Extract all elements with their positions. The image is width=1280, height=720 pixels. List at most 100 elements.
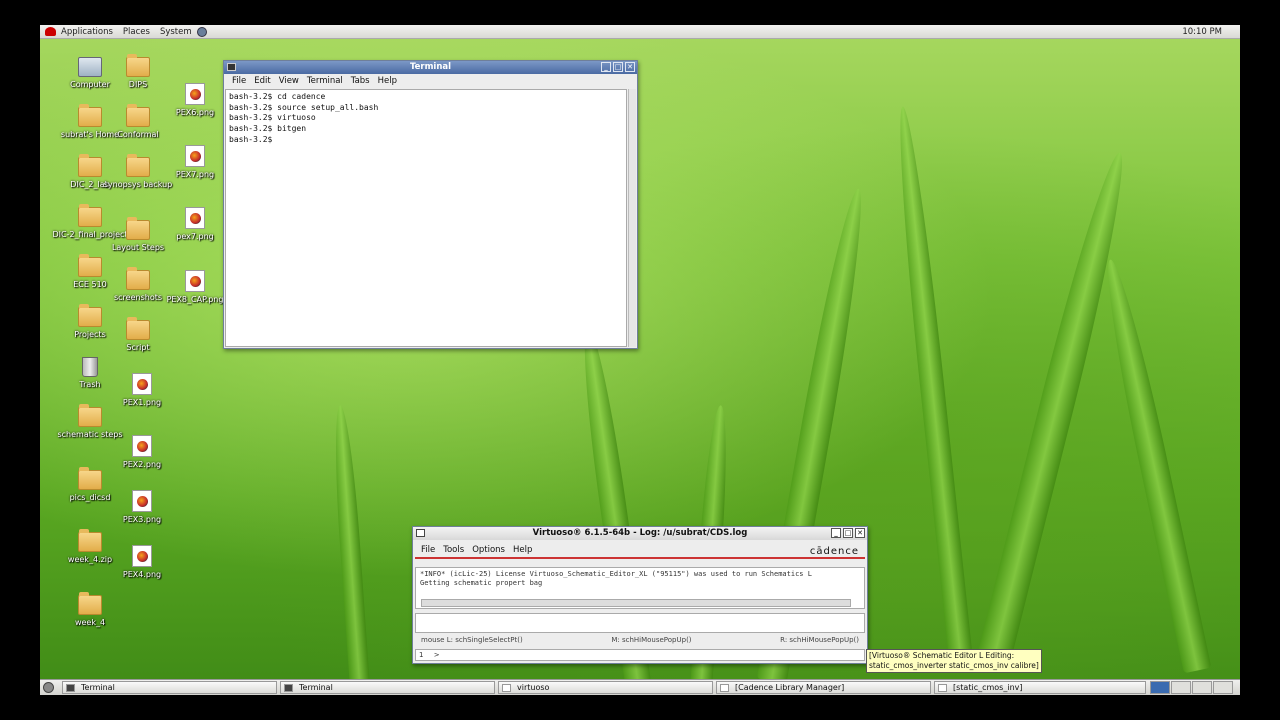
desktop-icon-label: PEX4.png xyxy=(122,570,162,579)
menu-tabs[interactable]: Tabs xyxy=(347,76,374,86)
folder-icon xyxy=(126,57,150,77)
divider xyxy=(415,557,865,559)
desktop-icon[interactable]: PEX2.png xyxy=(97,435,187,469)
workspace-4[interactable] xyxy=(1213,681,1233,694)
desktop-icon-label: Conformal xyxy=(117,130,159,139)
terminal-output[interactable]: bash-3.2$ cd cadence bash-3.2$ source set… xyxy=(225,89,627,347)
redhat-logo-icon[interactable] xyxy=(45,27,56,36)
grass-decoration xyxy=(977,148,1137,662)
folder-icon xyxy=(78,595,102,615)
desktop-icon[interactable]: synopsys backup xyxy=(93,157,183,189)
mouse-left-binding: mouse L: schSingleSelectPt() xyxy=(421,636,523,644)
mouse-bindings: mouse L: schSingleSelectPt() M: schHiMou… xyxy=(415,636,865,646)
folder-icon xyxy=(126,320,150,340)
desktop-icon[interactable]: PEX1.png xyxy=(97,373,187,407)
menu-terminal[interactable]: Terminal xyxy=(303,76,347,86)
taskbar-tooltip: [Virtuoso® Schematic Editor L Editing: s… xyxy=(866,649,1042,673)
desktop-icon[interactable]: Layout Steps xyxy=(93,220,183,252)
desktop-icon-label: PEX3.png xyxy=(122,515,162,524)
menu-places[interactable]: Places xyxy=(118,27,155,37)
log-line: Getting schematic propert bag xyxy=(420,579,543,587)
image-file-icon xyxy=(185,270,205,292)
image-file-icon xyxy=(132,545,152,567)
virtuoso-title: Virtuoso® 6.1.5-64b - Log: /u/subrat/CDS… xyxy=(532,528,748,538)
desktop-icon[interactable]: PEX4.png xyxy=(97,545,187,579)
taskbar-label: Terminal xyxy=(299,683,333,692)
minimize-button[interactable]: _ xyxy=(601,62,611,72)
menu-edit[interactable]: Edit xyxy=(250,76,274,86)
workspace-1[interactable] xyxy=(1150,681,1170,694)
virtuoso-titlebar[interactable]: Virtuoso® 6.1.5-64b - Log: /u/subrat/CDS… xyxy=(413,527,867,540)
menu-help[interactable]: Help xyxy=(374,76,401,86)
menu-system[interactable]: System xyxy=(155,27,197,37)
desktop-icon[interactable]: Conformal xyxy=(93,107,183,139)
close-button[interactable]: ✕ xyxy=(625,62,635,72)
desktop-icon[interactable]: week_4 xyxy=(45,595,135,627)
command-area[interactable] xyxy=(415,613,865,633)
virtuoso-menubar: File Tools Options Help xyxy=(413,543,867,557)
menu-file[interactable]: File xyxy=(417,545,439,555)
taskbar-label: Terminal xyxy=(81,683,115,692)
close-button[interactable]: ✕ xyxy=(855,528,865,538)
trash-icon xyxy=(82,357,98,377)
terminal-titlebar[interactable]: Terminal _ □ ✕ xyxy=(224,61,637,74)
maximize-button[interactable]: □ xyxy=(613,62,623,72)
workspace-2[interactable] xyxy=(1171,681,1191,694)
taskbar-label: [Cadence Library Manager] xyxy=(735,683,845,692)
virtuoso-log-window[interactable]: Virtuoso® 6.1.5-64b - Log: /u/subrat/CDS… xyxy=(412,526,868,664)
maximize-button[interactable]: □ xyxy=(843,528,853,538)
mouse-right-binding: R: schHiMousePopUp() xyxy=(780,636,859,644)
image-file-icon xyxy=(132,490,152,512)
menu-tools[interactable]: Tools xyxy=(439,545,468,555)
log-hscrollbar[interactable] xyxy=(421,599,851,607)
image-file-icon xyxy=(132,373,152,395)
show-desktop-icon[interactable] xyxy=(43,682,54,693)
network-icon[interactable] xyxy=(196,26,207,37)
terminal-icon xyxy=(66,684,75,692)
taskbar-item-static-cmos-inv[interactable]: [static_cmos_inv] xyxy=(934,681,1146,694)
menu-view[interactable]: View xyxy=(275,76,303,86)
desktop-icon-label: PEX1.png xyxy=(122,398,162,407)
cil-prompt[interactable]: 1 > xyxy=(415,649,865,661)
terminal-scrollbar[interactable] xyxy=(628,89,636,347)
bottom-panel: Terminal Terminal virtuoso [Cadence Libr… xyxy=(40,679,1240,695)
desktop-icon-label: Layout Steps xyxy=(111,243,165,252)
terminal-window[interactable]: Terminal _ □ ✕ File Edit View Terminal T… xyxy=(223,60,638,349)
menu-applications[interactable]: Applications xyxy=(56,27,118,37)
terminal-line: bash-3.2$ bitgen xyxy=(229,124,307,134)
desktop-icon[interactable]: PEX3.png xyxy=(97,490,187,524)
terminal-icon xyxy=(284,684,293,692)
terminal-line: bash-3.2$ source setup_all.bash xyxy=(229,102,379,112)
workspace-3[interactable] xyxy=(1192,681,1212,694)
terminal-line: bash-3.2$ virtuoso xyxy=(229,113,316,123)
folder-icon xyxy=(126,270,150,290)
top-panel: Applications Places System 10:10 PM xyxy=(40,25,1240,39)
taskbar-item-terminal-2[interactable]: Terminal xyxy=(280,681,495,694)
taskbar-label: [static_cmos_inv] xyxy=(953,683,1023,692)
folder-icon xyxy=(78,407,102,427)
minimize-button[interactable]: _ xyxy=(831,528,841,538)
taskbar-item-virtuoso[interactable]: virtuoso xyxy=(498,681,713,694)
mouse-middle-binding: M: schHiMousePopUp() xyxy=(611,636,692,644)
image-file-icon xyxy=(132,435,152,457)
image-file-icon xyxy=(185,145,205,167)
desktop: Applications Places System 10:10 PM Comp… xyxy=(40,25,1240,695)
menu-options[interactable]: Options xyxy=(468,545,509,555)
taskbar-item-library-manager[interactable]: [Cadence Library Manager] xyxy=(716,681,931,694)
terminal-line: bash-3.2$ xyxy=(229,134,278,144)
desktop-icon[interactable]: Script xyxy=(93,320,183,352)
terminal-menubar: File Edit View Terminal Tabs Help xyxy=(224,74,637,88)
image-file-icon xyxy=(185,207,205,229)
grass-decoration xyxy=(330,404,370,686)
menu-file[interactable]: File xyxy=(228,76,250,86)
folder-icon xyxy=(78,470,102,490)
menu-help[interactable]: Help xyxy=(509,545,536,555)
desktop-icon-label: synopsys backup xyxy=(103,180,173,189)
taskbar-item-terminal[interactable]: Terminal xyxy=(62,681,277,694)
window-icon xyxy=(720,684,729,692)
clock[interactable]: 10:10 PM xyxy=(1182,27,1222,37)
folder-icon xyxy=(126,157,150,177)
taskbar-label: virtuoso xyxy=(517,683,550,692)
prompt-number: 1 xyxy=(419,651,424,659)
log-line: *INFO* (icLic-25) License Virtuoso_Schem… xyxy=(420,570,812,578)
